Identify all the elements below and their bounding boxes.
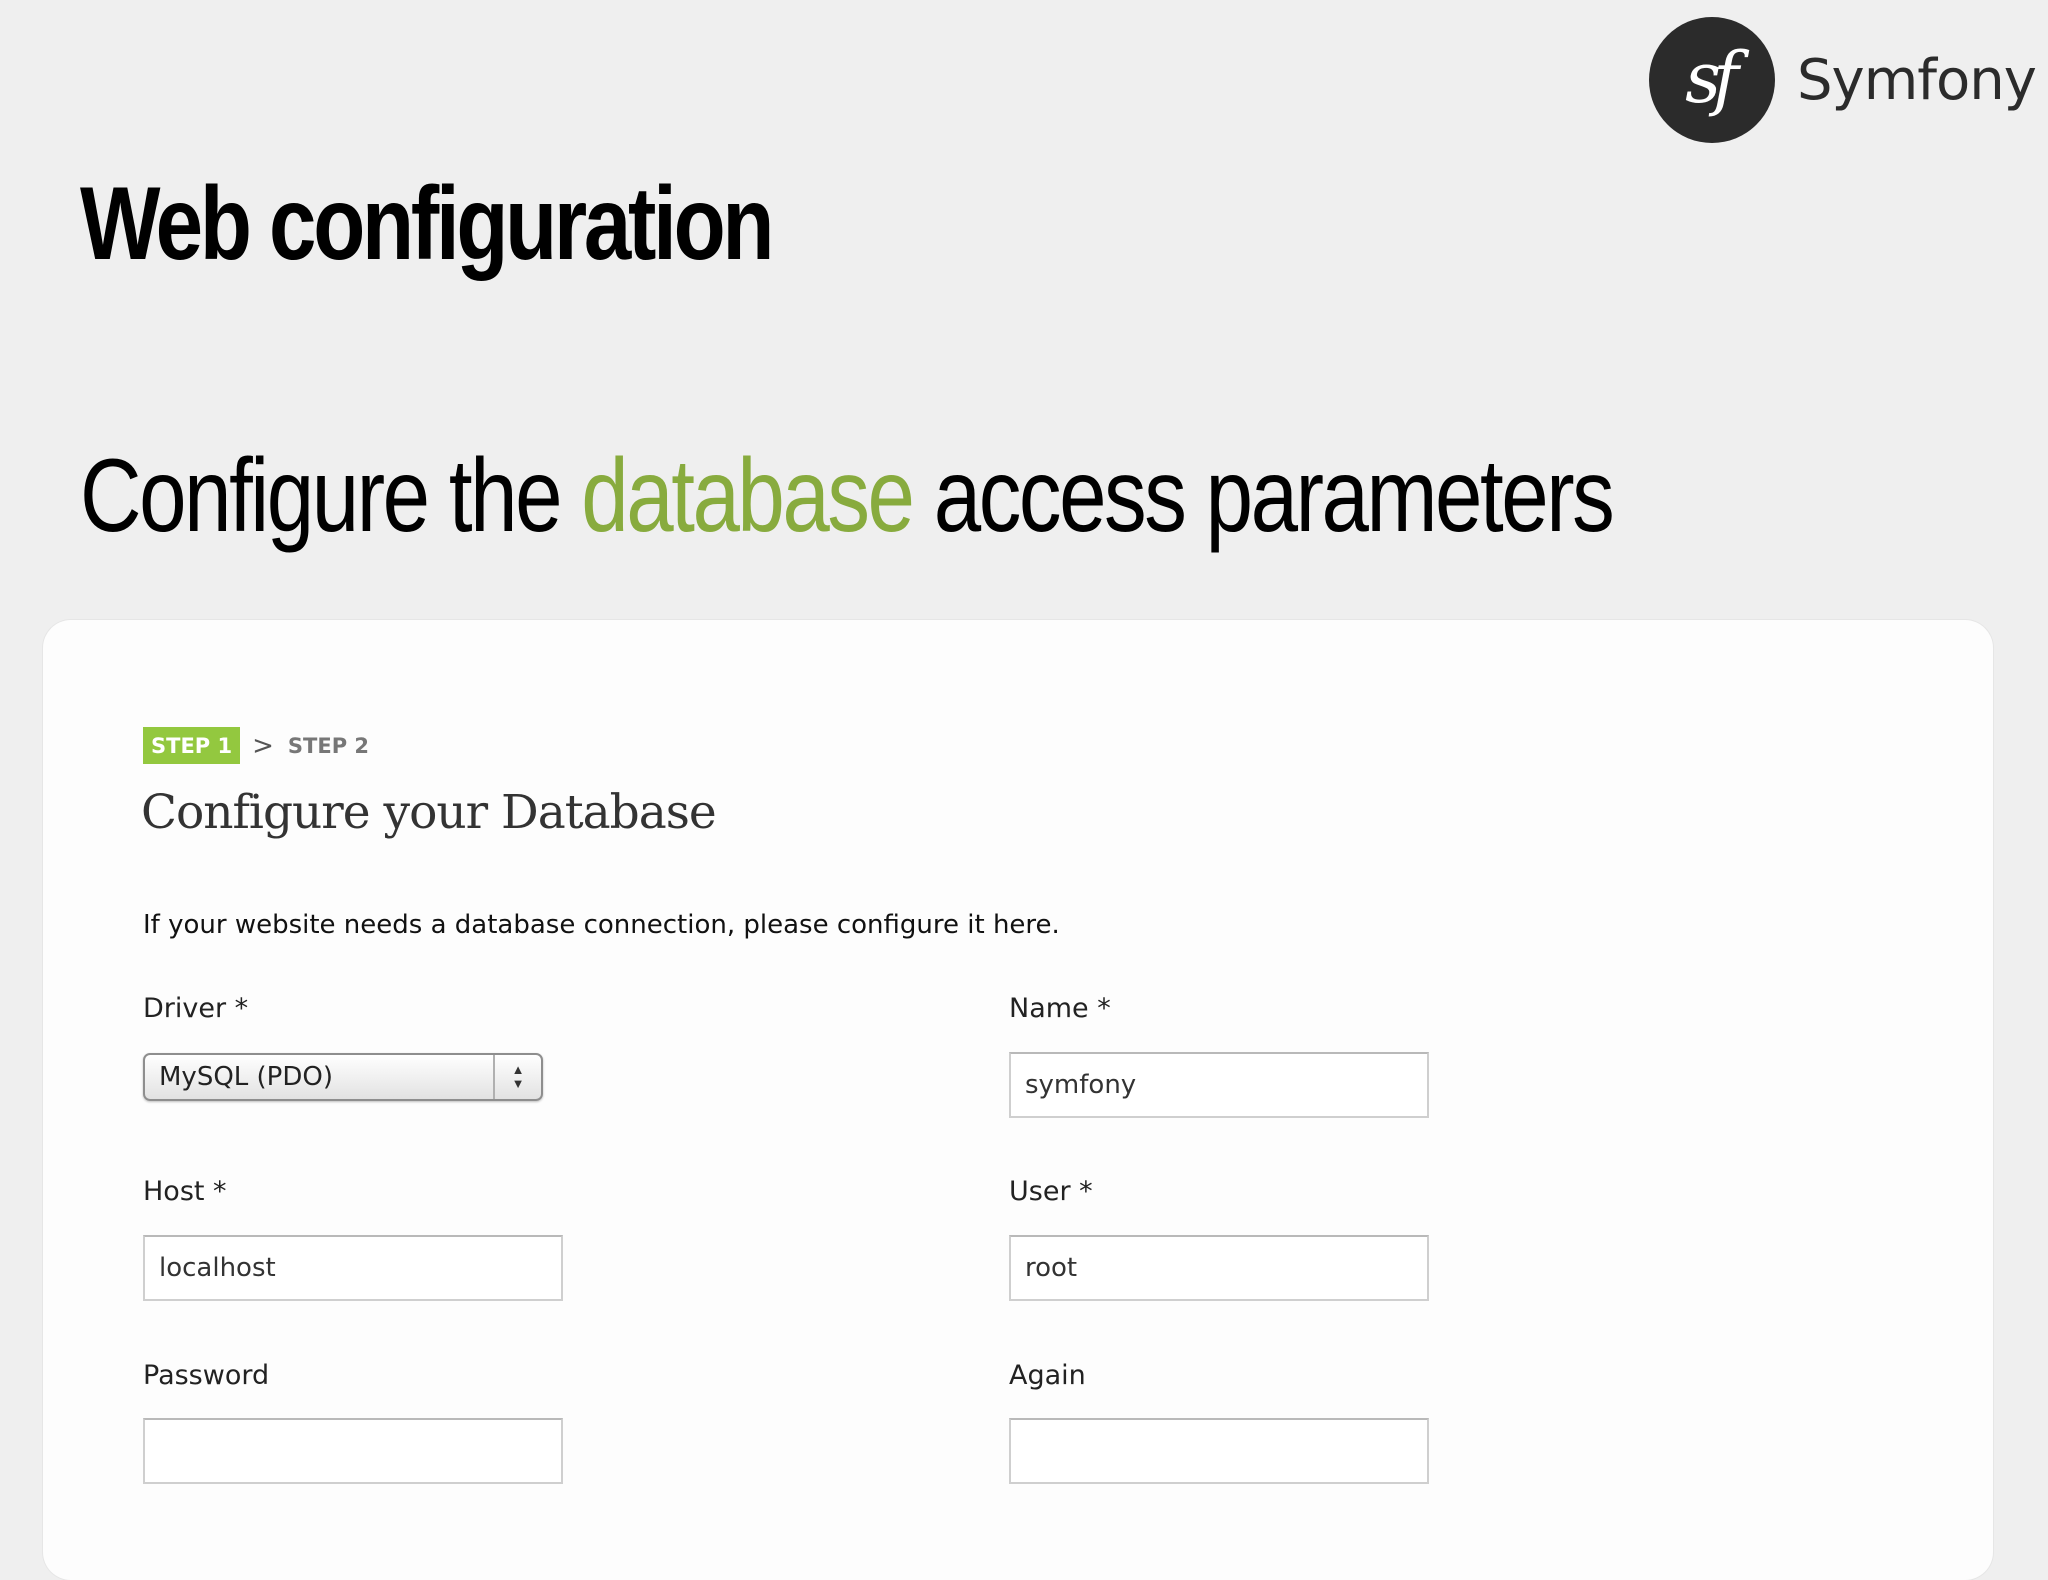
slide-title: Web configuration — [80, 166, 774, 282]
subtitle-accent-word: database — [581, 438, 915, 554]
subtitle-text-start: Configure the — [80, 438, 582, 554]
user-label: User * — [1009, 1176, 1093, 1207]
symfony-logo-icon: sf — [1649, 17, 1775, 143]
subtitle-text-end: access parameters — [912, 438, 1615, 554]
host-input[interactable] — [143, 1235, 563, 1301]
symfony-logo-glyph: sf — [1685, 37, 1739, 119]
installer-panel: STEP 1 > STEP 2 Configure your Database … — [43, 620, 1993, 1580]
symfony-brand: sf Symfony — [1649, 17, 2037, 143]
driver-select[interactable]: MySQL (PDO) ▲ ▼ — [143, 1053, 543, 1101]
select-stepper-icon: ▲ ▼ — [493, 1055, 541, 1099]
password-again-input[interactable] — [1009, 1418, 1429, 1484]
step-2-label: STEP 2 — [287, 733, 370, 758]
step-indicator: STEP 1 > STEP 2 — [143, 727, 369, 764]
password-again-label: Again — [1009, 1360, 1086, 1391]
user-input[interactable] — [1009, 1235, 1429, 1301]
host-label: Host * — [143, 1176, 227, 1207]
brand-name: Symfony — [1797, 47, 2037, 113]
form-intro: If your website needs a database connect… — [143, 910, 1060, 940]
driver-label: Driver * — [143, 993, 249, 1024]
step-separator: > — [252, 730, 274, 761]
slide-subtitle: Configure the database access parameters — [80, 437, 1615, 556]
step-1-badge: STEP 1 — [143, 727, 241, 764]
driver-select-value: MySQL (PDO) — [159, 1062, 333, 1092]
password-input[interactable] — [143, 1418, 563, 1484]
password-label: Password — [143, 1360, 270, 1391]
name-input[interactable] — [1009, 1052, 1429, 1118]
name-label: Name * — [1009, 993, 1111, 1024]
form-title: Configure your Database — [141, 785, 717, 840]
